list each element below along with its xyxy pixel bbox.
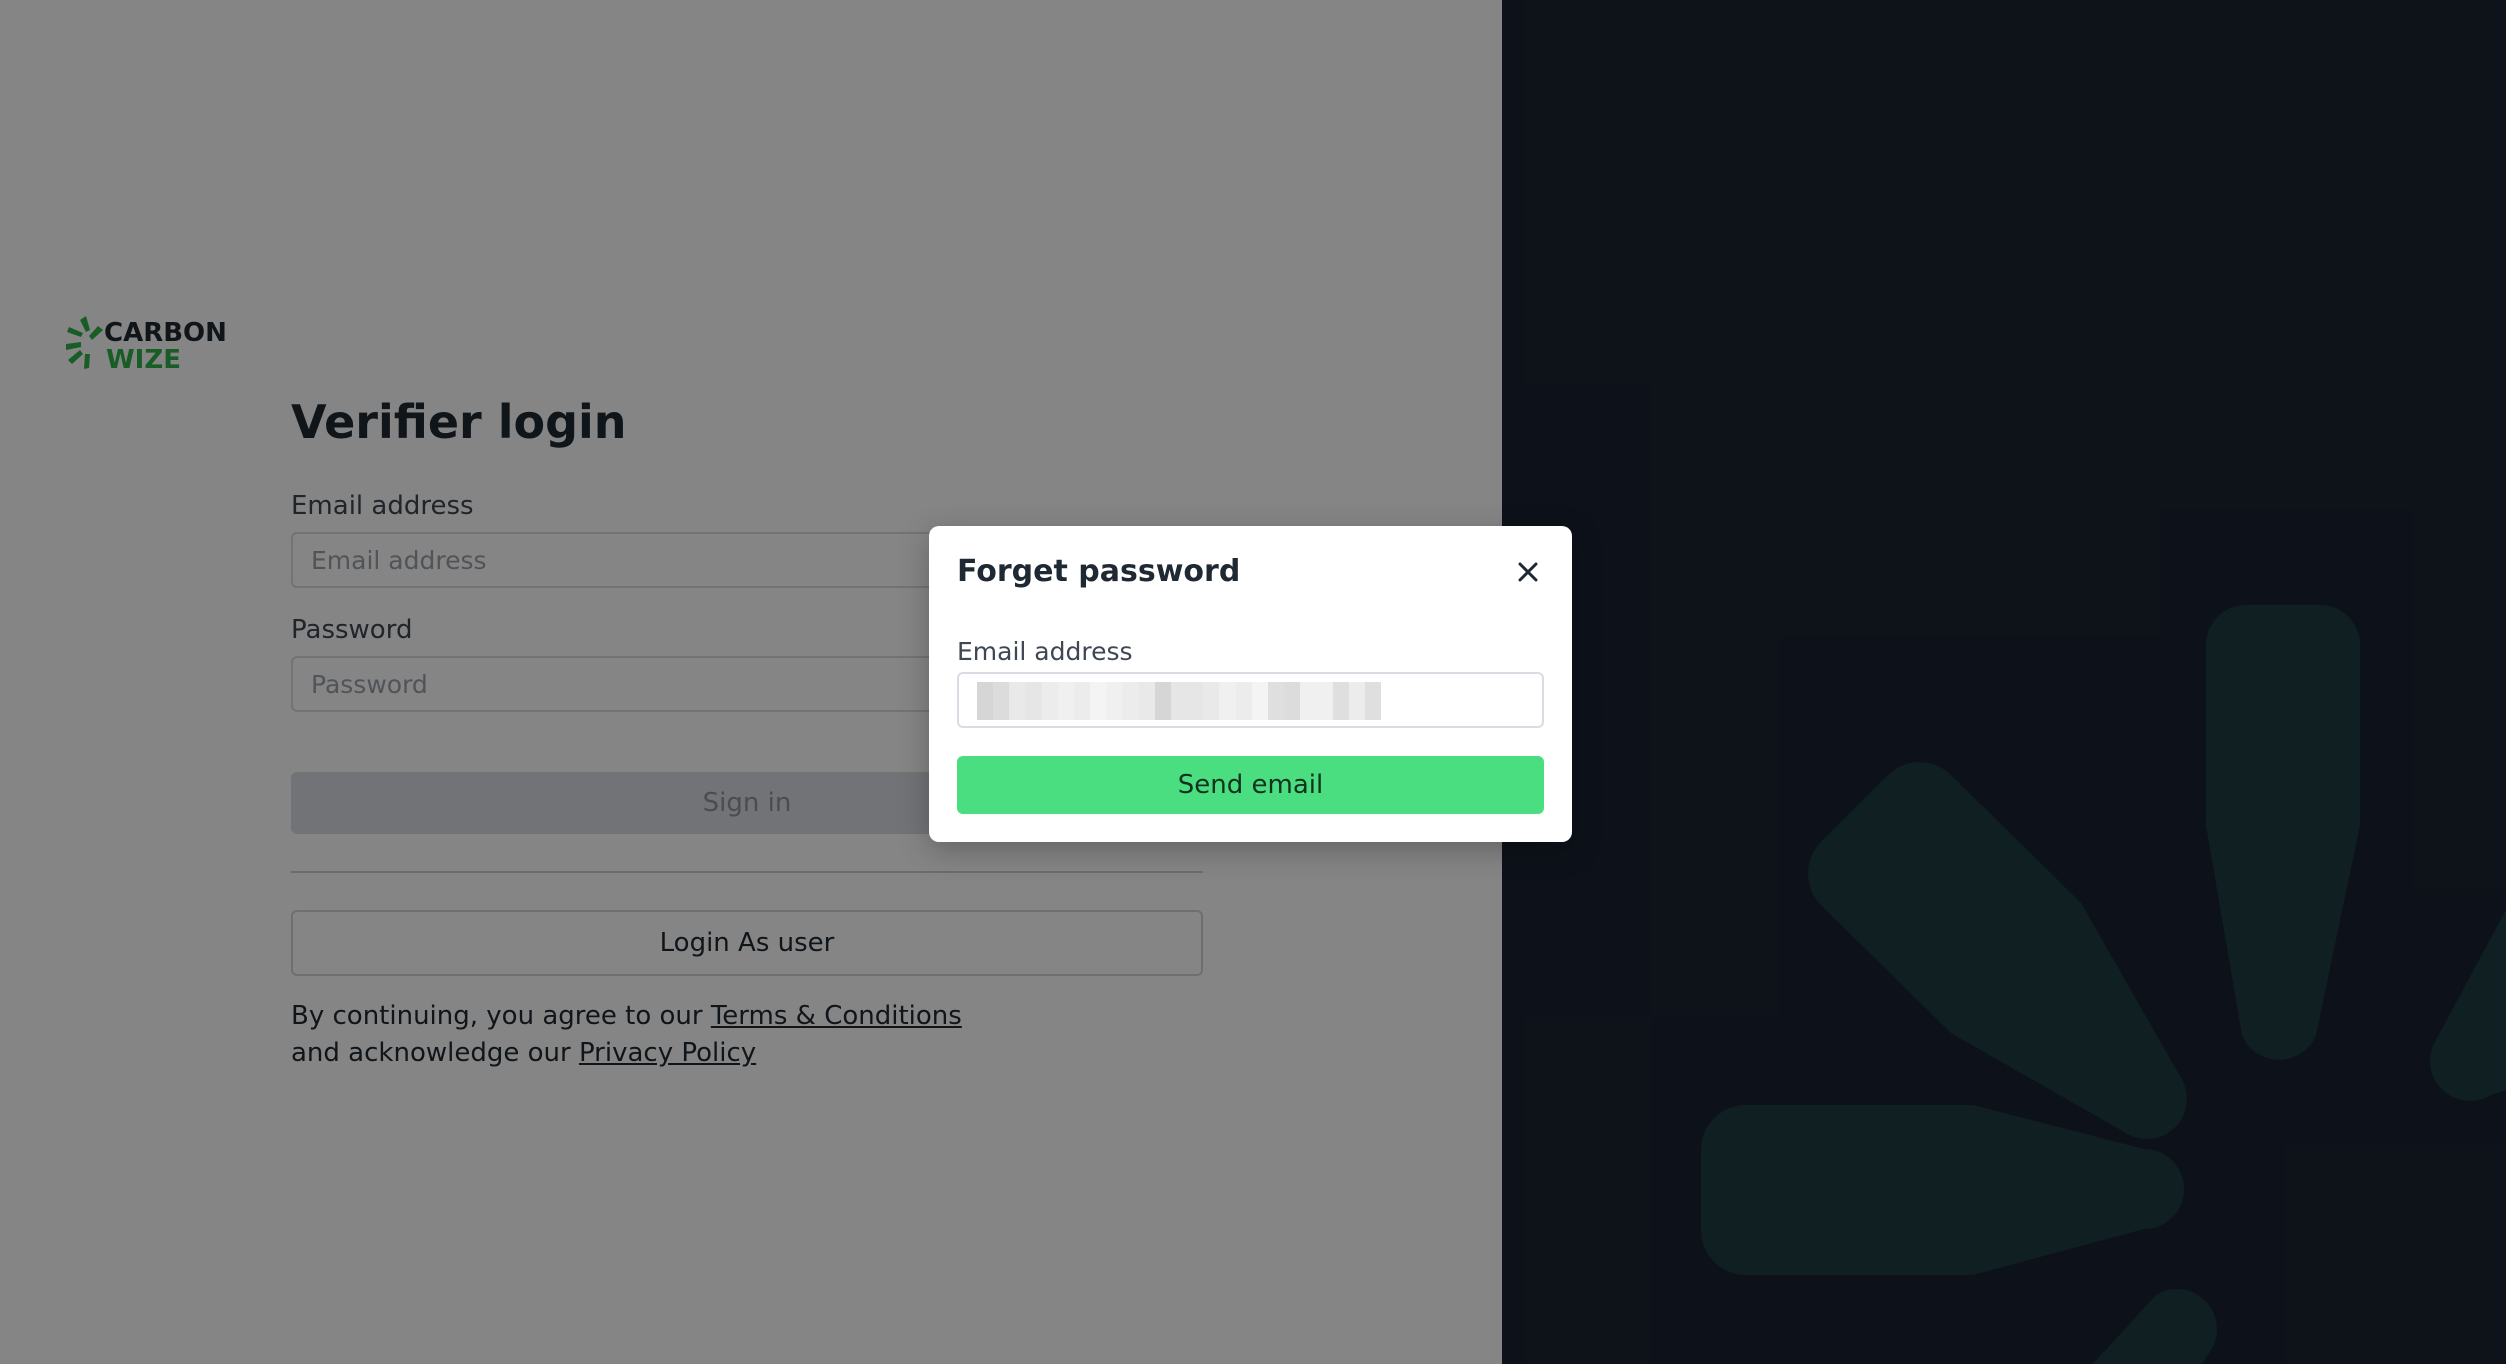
forget-password-modal: Forget password Email address Send email: [929, 526, 1572, 842]
modal-email-label: Email address: [957, 637, 1133, 666]
modal-email-field[interactable]: [959, 674, 1542, 726]
modal-title: Forget password: [957, 554, 1241, 589]
send-email-button[interactable]: Send email: [957, 756, 1544, 814]
close-icon[interactable]: [1512, 556, 1544, 588]
login-page: CARBON WIZE Verifier login Email address…: [0, 0, 2506, 1364]
modal-email-input-wrapper: [957, 672, 1544, 728]
